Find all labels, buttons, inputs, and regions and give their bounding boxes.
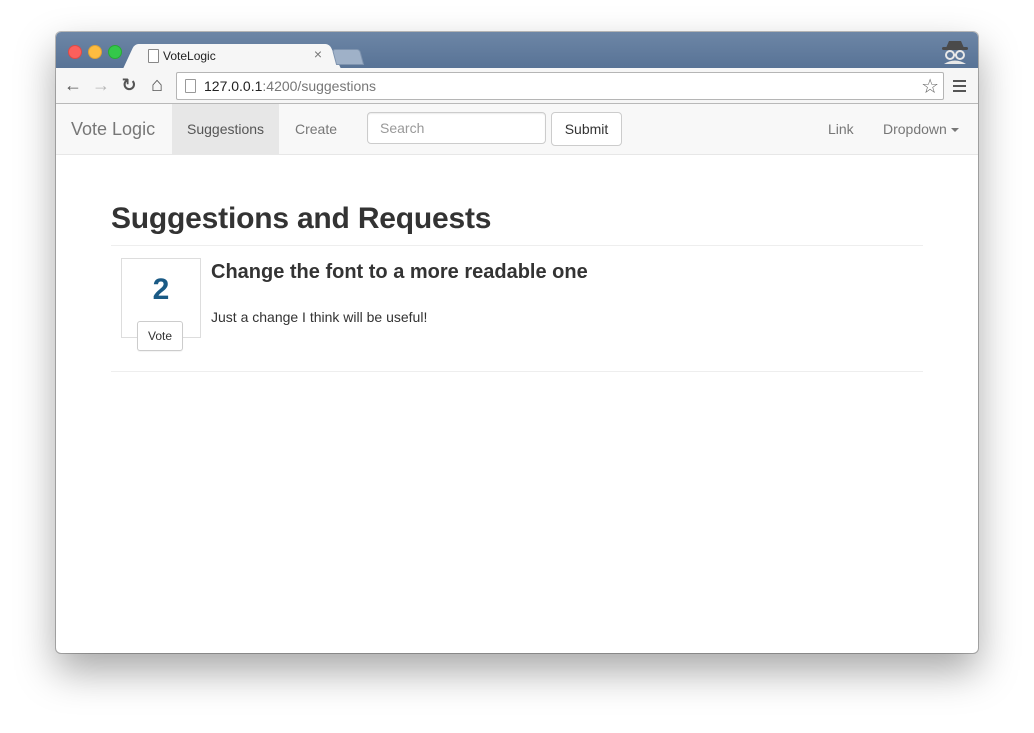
page-icon [185, 79, 196, 93]
forward-arrow-icon[interactable]: → [90, 74, 112, 96]
vote-count: 2 [152, 273, 170, 306]
nav-item-suggestions[interactable]: Suggestions [172, 104, 280, 154]
url-text: 127.0.0.1:4200/suggestions [204, 78, 376, 94]
browser-titlebar: VoteLogic × [56, 32, 978, 68]
nav-item-link[interactable]: Link [813, 104, 869, 154]
browser-window: VoteLogic × ← → ↻ ⌂ 127.0.0.1:4200/sugge… [56, 32, 978, 653]
navbar-brand[interactable]: Vote Logic [71, 119, 155, 140]
page-title: Suggestions and Requests [111, 202, 492, 235]
minimize-window-button[interactable] [88, 45, 102, 59]
suggestion-divider [111, 371, 923, 372]
nav-item-create[interactable]: Create [280, 104, 352, 154]
suggestion-description: Just a change I think will be useful! [211, 309, 428, 325]
browser-tab[interactable]: VoteLogic × [136, 44, 328, 68]
submit-button[interactable]: Submit [551, 112, 622, 146]
back-arrow-icon[interactable]: ← [62, 74, 84, 96]
browser-toolbar: ← → ↻ ⌂ 127.0.0.1:4200/suggestions ☆ [56, 68, 978, 104]
maximize-window-button[interactable] [108, 45, 122, 59]
page-header: Suggestions and Requests [111, 202, 923, 246]
new-tab-button[interactable] [331, 49, 365, 65]
close-window-button[interactable] [68, 45, 82, 59]
caret-down-icon [950, 128, 959, 133]
vote-button[interactable]: Vote [137, 321, 183, 351]
url-host: 127.0.0.1 [204, 78, 263, 94]
browser-menu-icon[interactable] [953, 80, 966, 92]
suggestion-title: Change the font to a more readable one [211, 261, 588, 283]
bookmark-star-icon[interactable]: ☆ [921, 74, 939, 99]
home-icon[interactable]: ⌂ [146, 74, 168, 96]
page-icon [148, 49, 159, 63]
nav-dropdown[interactable]: Dropdown [868, 104, 974, 154]
address-bar[interactable]: 127.0.0.1:4200/suggestions ☆ [176, 72, 944, 100]
incognito-icon [942, 41, 968, 64]
url-path: :4200/suggestions [262, 78, 377, 94]
tab-title: VoteLogic [163, 49, 216, 63]
search-input[interactable] [367, 112, 546, 144]
site-navbar: Vote Logic Suggestions Create Submit Lin… [56, 104, 978, 155]
tab-close-icon[interactable]: × [314, 46, 322, 62]
reload-icon[interactable]: ↻ [118, 74, 140, 96]
dropdown-label: Dropdown [883, 121, 947, 137]
